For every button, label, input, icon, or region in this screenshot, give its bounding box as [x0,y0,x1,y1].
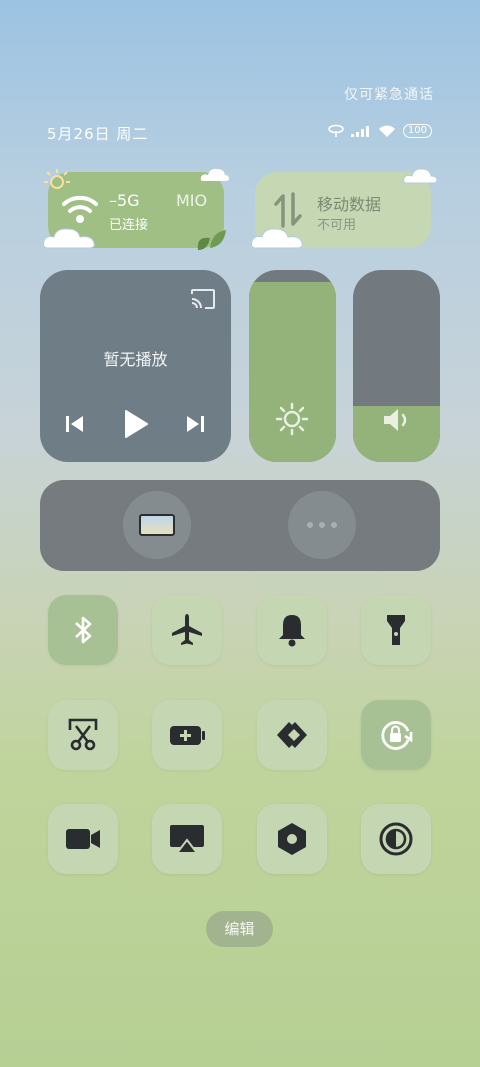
link-icon [277,722,307,748]
bell-icon [279,615,305,647]
contrast-icon [379,822,413,856]
airplane-mode-toggle[interactable] [152,595,222,665]
screen-preview-button[interactable] [123,491,191,559]
more-dots-icon [307,522,337,528]
flashlight-icon [387,615,405,645]
next-track-icon[interactable] [184,413,206,435]
rotation-lock-toggle[interactable] [361,700,431,770]
data-transfer-icon [274,192,302,228]
device-control-strip [40,480,440,571]
cloud-decoration-icon [200,168,229,181]
screen-record-icon [66,829,100,849]
airplane-icon [172,614,202,645]
bluetooth-icon [75,616,92,644]
silent-toggle[interactable] [257,595,327,665]
previous-track-icon[interactable] [64,413,86,435]
flashlight-toggle[interactable] [361,595,431,665]
cast-screen-icon [170,825,204,854]
link-toggle[interactable] [257,700,327,770]
wifi-status-icon [378,125,395,137]
brightness-icon [275,402,309,436]
wifi-network-name: –5G [109,191,140,210]
cloud-decoration-icon [43,228,95,249]
leaf-decoration-icon [197,230,226,250]
volume-slider[interactable] [353,270,440,462]
sun-decoration-icon [44,169,70,189]
cloud-decoration-icon [403,168,438,184]
cast-screen-toggle[interactable] [152,804,222,874]
screenshot-icon [68,718,98,751]
screen-record-toggle[interactable] [48,804,118,874]
cloud-decoration-icon [251,228,303,249]
play-icon[interactable] [122,408,150,440]
mobile-data-label: 移动数据 [317,195,382,214]
screenshot-toggle[interactable] [48,700,118,770]
emergency-call-status: 仅可紧急通话 [344,87,434,103]
settings-hex-icon [278,823,306,855]
wifi-icon [62,195,98,223]
brightness-slider[interactable] [249,270,336,462]
battery-icon: 100 [402,124,432,138]
mobile-data-status: 不可用 [317,218,357,233]
system-status-icons: 100 [327,124,432,138]
more-options-button[interactable] [288,491,356,559]
signal-icon [350,126,369,137]
edit-button[interactable]: 编辑 [206,911,273,947]
settings-toggle[interactable] [257,804,327,874]
volume-icon [384,409,407,431]
contrast-toggle[interactable] [361,804,431,874]
battery-saver-toggle[interactable] [152,700,222,770]
battery-saver-icon [170,726,205,745]
date-label: 5月26日 周二 [47,125,149,143]
hotspot-icon [328,124,344,137]
cast-icon[interactable] [190,288,216,310]
bluetooth-toggle[interactable] [48,595,118,665]
rotation-lock-icon [381,721,413,750]
now-playing-text: 暂无播放 [103,350,168,369]
wifi-network-name-suffix: MIO [176,191,208,210]
screen-preview-icon [139,514,175,536]
wifi-status-text: 已连接 [109,218,149,233]
